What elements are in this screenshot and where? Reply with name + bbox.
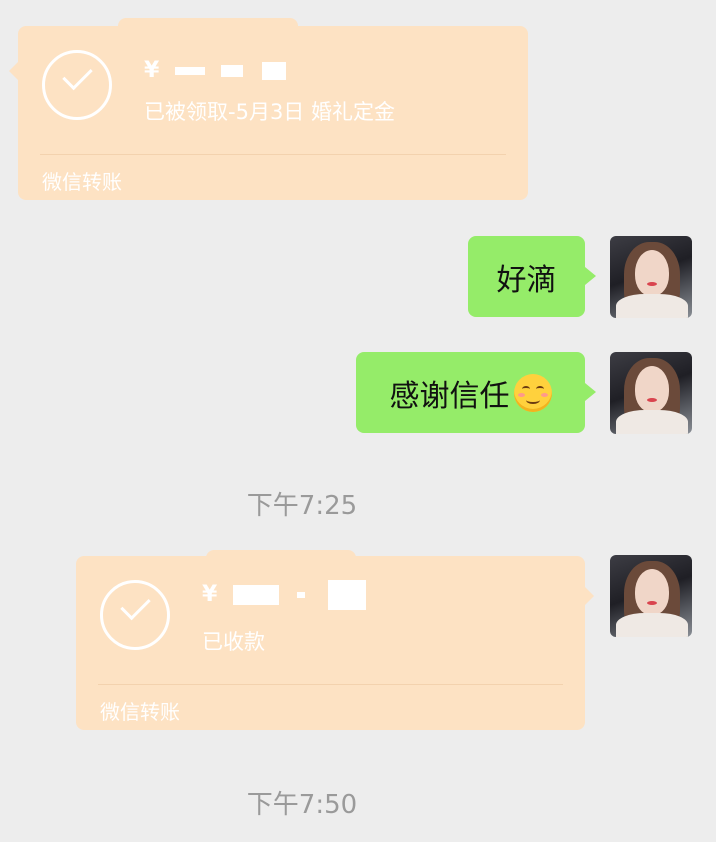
transfer-footer-label: 微信转账 [100,700,180,724]
message-bubble-sent[interactable]: 感谢信任 [356,352,596,433]
message-bubble-sent[interactable]: 好滴 [468,236,596,317]
smiling-blush-emoji-icon [513,373,552,412]
bubble-tail [585,267,596,285]
bubble-tail [9,62,18,80]
bubble-tail [585,383,596,401]
check-circle-icon [42,50,112,120]
transfer-amount-redacted: ¥ [202,580,376,610]
bubble-tail [585,587,594,605]
transfer-status: 已收款 [202,630,265,654]
transfer-amount-redacted: ¥ [144,58,294,83]
avatar[interactable] [610,555,692,637]
transfer-status: 已被领取-5月3日 婚礼定金 [144,100,395,124]
card-divider [40,154,506,155]
timestamp: 下午7:25 [246,491,358,521]
transfer-footer-label: 微信转账 [42,170,122,194]
transfer-card-bottom[interactable]: ¥ 已收款 微信转账 [76,550,594,730]
redaction-patch [118,18,298,32]
transfer-card-top[interactable]: ¥ 已被领取-5月3日 婚礼定金 微信转账 [9,18,528,200]
check-circle-icon [100,580,170,650]
avatar[interactable] [610,236,692,318]
timestamp: 下午7:50 [246,790,358,820]
message-text: 感谢信任 [389,378,510,414]
redaction-patch [206,550,356,562]
message-text: 好滴 [496,262,557,298]
avatar[interactable] [610,352,692,434]
card-divider [98,684,563,685]
